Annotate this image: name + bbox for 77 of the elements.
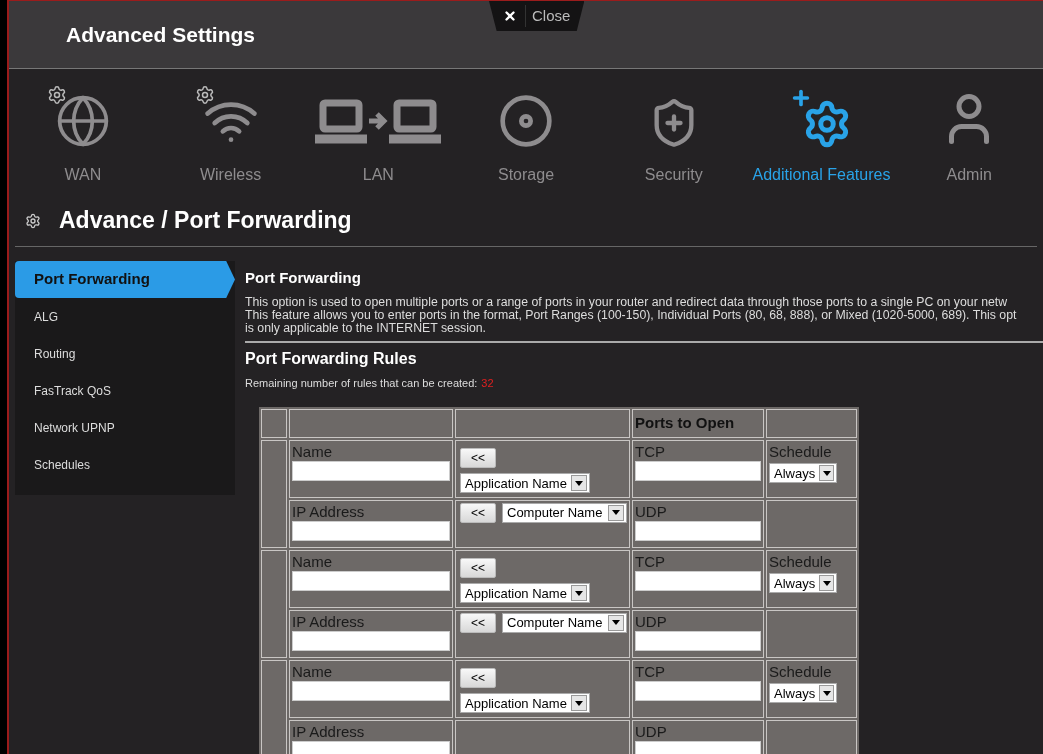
field-label: TCP <box>635 442 666 461</box>
category-tab[interactable]: WAN <box>9 85 157 187</box>
category-tab[interactable]: Wireless <box>156 85 305 187</box>
input-field[interactable] <box>635 740 761 754</box>
description-text: This feature allows you to enter ports in the format, Port Ranges (100-150), Individual Ports (80, 68, 888), or Mixed (1020-5000, 689). This opt <box>245 308 1018 322</box>
field-label: Schedule <box>769 552 833 571</box>
section-title: Port Forwarding Rules <box>245 348 418 369</box>
sidebar-item[interactable]: ALG <box>15 298 235 335</box>
category-tab[interactable]: Security <box>599 85 748 187</box>
field-label: IP Address <box>292 612 366 631</box>
input-field[interactable] <box>635 680 761 701</box>
sidebar-item[interactable]: Network UPNP <box>15 409 235 446</box>
fill-button[interactable]: << <box>460 447 496 468</box>
fill-button[interactable]: << <box>460 612 496 633</box>
input-field[interactable] <box>292 680 450 701</box>
input-field[interactable] <box>292 630 450 651</box>
caret-icon <box>575 700 583 706</box>
dropdown[interactable]: Always <box>769 683 837 704</box>
column-header: Ports to Open <box>632 409 764 438</box>
gear-icon <box>25 212 41 229</box>
description-text: is only applicable to the INTERNET session. <box>245 321 487 335</box>
fill-button[interactable]: << <box>460 667 496 688</box>
category-tab[interactable]: Admin <box>895 85 1043 187</box>
input-field[interactable] <box>635 520 761 541</box>
field-label: Name <box>292 552 333 571</box>
caret-icon <box>822 580 831 586</box>
input-field[interactable] <box>292 740 450 754</box>
caret-icon <box>575 590 583 596</box>
sidebar-item[interactable]: Routing <box>15 335 235 372</box>
field-label: TCP <box>635 552 666 571</box>
input-field[interactable] <box>292 570 450 591</box>
category-tab[interactable]: Storage <box>452 85 600 187</box>
sidebar-item[interactable]: Port Forwarding <box>15 261 235 298</box>
sidebar-item[interactable]: Schedules <box>15 446 235 483</box>
field-label: Schedule <box>769 442 833 461</box>
caret-icon <box>612 510 620 515</box>
dropdown[interactable]: Computer Name <box>502 502 627 523</box>
caret-icon <box>575 480 583 486</box>
caret-icon <box>822 470 831 476</box>
sidebar-item[interactable]: FasTrack QoS <box>15 372 235 409</box>
field-label: Name <box>292 442 333 461</box>
field-label: TCP <box>635 662 666 681</box>
window-title: Advanced Settings <box>66 21 256 48</box>
field-label: IP Address <box>292 722 366 741</box>
field-label: UDP <box>635 612 668 631</box>
dropdown[interactable]: Application Name <box>460 693 590 714</box>
field-label: Name <box>292 662 333 681</box>
input-field[interactable] <box>292 520 450 541</box>
page-title: Advance / Port Forwarding <box>59 206 352 236</box>
category-tab[interactable]: LAN <box>304 85 453 187</box>
fill-button[interactable]: << <box>460 502 496 523</box>
dropdown[interactable]: Application Name <box>460 583 590 604</box>
input-field[interactable] <box>635 570 761 591</box>
gear-icon <box>46 85 67 105</box>
close-button[interactable]: Close <box>489 1 585 31</box>
remaining-count: 32 <box>481 375 494 391</box>
gear-icon <box>194 85 215 105</box>
field-label: Schedule <box>769 662 833 681</box>
caret-icon <box>612 620 620 625</box>
input-field[interactable] <box>635 460 761 481</box>
category-tab[interactable]: Additional Features <box>747 85 896 187</box>
dropdown[interactable]: Always <box>769 463 837 484</box>
input-field[interactable] <box>292 460 450 481</box>
disc-icon <box>498 93 554 149</box>
dropdown[interactable]: Application Name <box>460 473 590 494</box>
input-field[interactable] <box>635 630 761 651</box>
dropdown[interactable]: Always <box>769 573 837 594</box>
field-label: IP Address <box>292 502 366 521</box>
field-label: UDP <box>635 502 668 521</box>
close-icon <box>503 9 517 23</box>
description-text: This option is used to open multiple ports or a range of ports in your router and redirect data through those ports to a single PC on your netw <box>245 295 1009 309</box>
section-title: Port Forwarding <box>245 268 362 288</box>
dropdown[interactable]: Computer Name <box>502 612 627 633</box>
caret-icon <box>822 690 831 696</box>
fill-button[interactable]: << <box>460 557 496 578</box>
remaining-label: Remaining number of rules that can be created: <box>245 375 478 391</box>
field-label: UDP <box>635 722 668 741</box>
